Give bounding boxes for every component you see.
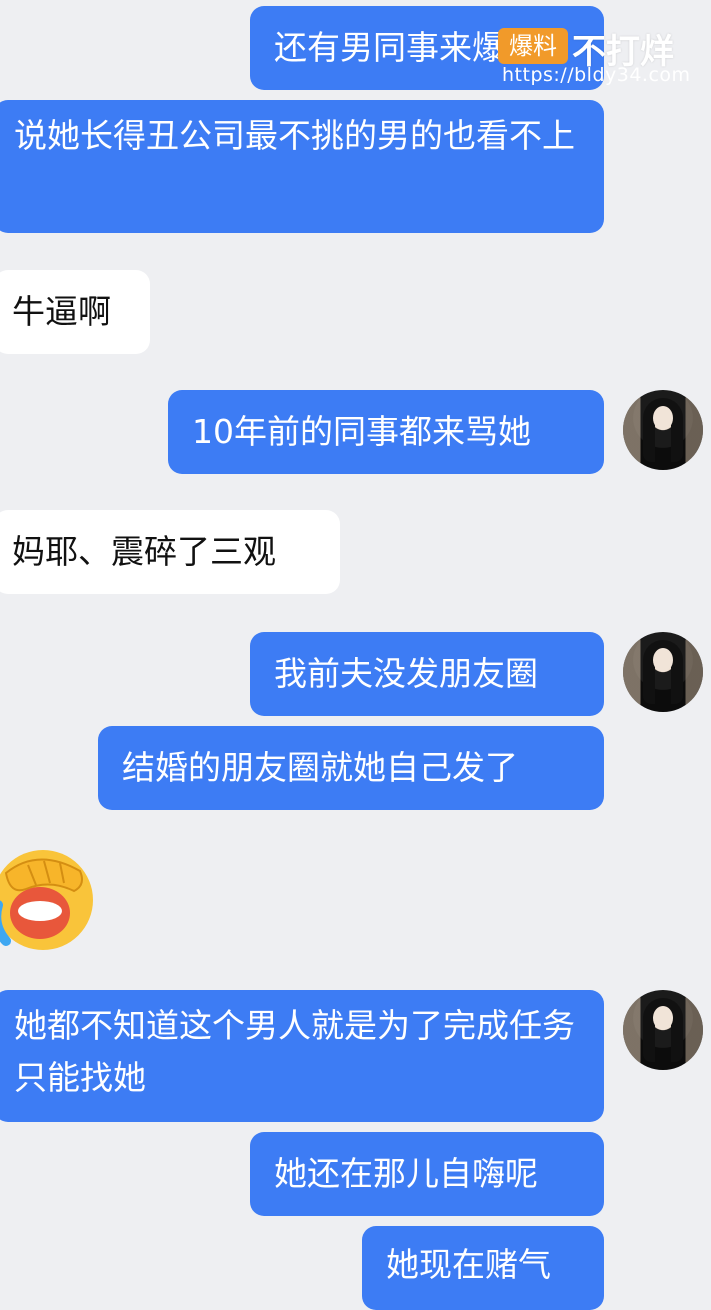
message-text: 结婚的朋友圈就她自己发了	[122, 748, 518, 787]
avatar[interactable]	[623, 632, 703, 712]
avatar[interactable]	[623, 990, 703, 1070]
incoming-message[interactable]: 牛逼啊	[0, 270, 150, 354]
outgoing-message[interactable]: 说她长得丑公司最不挑的男的也看不上	[0, 100, 604, 233]
watermark-badge: 爆料	[498, 28, 568, 64]
message-text: 说她长得丑公司最不挑的男的也看不上	[14, 116, 575, 155]
message-text: 10年前的同事都来骂她	[192, 412, 531, 451]
message-text: 妈耶、震碎了三观	[12, 532, 276, 571]
watermark-url: https://bldy34.com	[502, 64, 691, 86]
avatar[interactable]	[623, 390, 703, 470]
outgoing-message[interactable]: 她现在赌气	[362, 1226, 604, 1310]
facepalm-laughing-emoji	[0, 845, 98, 959]
outgoing-message[interactable]: 她都不知道这个男人就是为了完成任务只能找她	[0, 990, 604, 1122]
message-text: 她还在那儿自嗨呢	[274, 1154, 538, 1193]
incoming-message[interactable]: 妈耶、震碎了三观	[0, 510, 340, 594]
message-text: 牛逼啊	[12, 292, 111, 331]
outgoing-message[interactable]: 她还在那儿自嗨呢	[250, 1132, 604, 1216]
message-text: 她都不知道这个男人就是为了完成任务只能找她	[14, 1006, 575, 1097]
outgoing-message[interactable]: 我前夫没发朋友圈	[250, 632, 604, 716]
message-text: 她现在赌气	[386, 1245, 551, 1284]
outgoing-message[interactable]: 结婚的朋友圈就她自己发了	[98, 726, 604, 810]
message-text: 我前夫没发朋友圈	[274, 654, 538, 693]
outgoing-message[interactable]: 10年前的同事都来骂她	[168, 390, 604, 474]
